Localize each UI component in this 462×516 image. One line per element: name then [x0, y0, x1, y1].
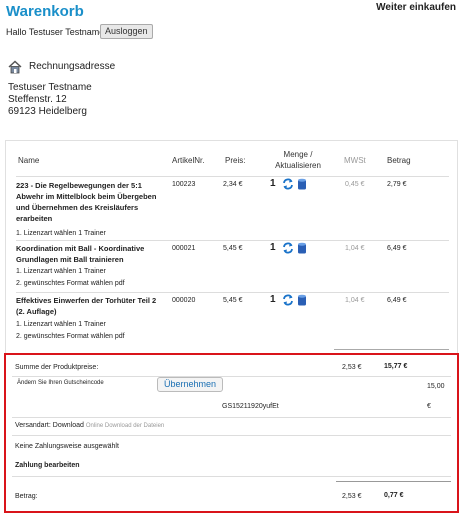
apply-voucher-button[interactable]: Übernehmen [157, 377, 223, 392]
delete-icon[interactable] [296, 294, 308, 306]
edit-payment-link[interactable]: Zahlung bearbeiten [15, 462, 80, 469]
amount: 6,49 € [387, 245, 407, 252]
product-total-label: Summe der Produktpreise: [15, 364, 99, 371]
product-total-vat: 2,53 € [342, 364, 362, 371]
divider [12, 417, 451, 418]
product-option: 1. Lizenzart wählen 1 Trainer [16, 230, 106, 237]
billing-title: Rechnungsadresse [29, 61, 116, 72]
col-price: Preis: [225, 156, 246, 165]
refresh-icon[interactable] [282, 294, 294, 306]
address-city: 69123 Heidelberg [8, 106, 87, 117]
col-vat: MWSt [344, 156, 366, 165]
quantity[interactable]: 1 [270, 294, 276, 305]
payment-note: Keine Zahlungsweise ausgewählt [15, 443, 119, 450]
house-icon [8, 60, 22, 74]
shipping-desc: Online Download der Dateien [85, 423, 165, 429]
billing-address: Testuser Testname Steffenstr. 12 69123 H… [8, 82, 92, 118]
voucher-currency: € [427, 403, 431, 410]
delete-icon[interactable] [296, 242, 308, 254]
product-option: 2. gewünschtes Format wählen pdf [16, 333, 125, 340]
header-divider [16, 176, 449, 177]
divider [12, 435, 451, 436]
address-street: Steffenstr. 12 [8, 94, 67, 105]
divider [12, 376, 451, 377]
cart-table: Name ArtikelNr. Preis: Menge / Aktualisi… [5, 140, 458, 355]
greeting-text: Hallo Testuser Testname [6, 27, 105, 37]
product-option: 1. Lizenzart wählen 1 Trainer [16, 321, 106, 328]
address-name: Testuser Testname [8, 82, 92, 93]
shipping-label: Versandart: [15, 422, 51, 429]
vat: 1,04 € [345, 297, 365, 304]
vat: 0,45 € [345, 181, 365, 188]
product-option: 1. Lizenzart wählen 1 Trainer [16, 268, 106, 275]
quantity[interactable]: 1 [270, 242, 276, 253]
product-name[interactable]: 223 - Die Regelbewegungen der 5:1 Abwehr… [16, 180, 164, 224]
col-quantity: Menge / Aktualisieren [275, 150, 321, 170]
quantity[interactable]: 1 [270, 178, 276, 189]
delete-icon[interactable] [296, 178, 308, 190]
subtotal-divider [334, 349, 449, 350]
row-divider [16, 292, 449, 293]
product-total: 15,77 € [384, 363, 408, 370]
page-title: Warenkorb [6, 3, 84, 20]
col-amount: Betrag [387, 156, 411, 165]
total-label: Betrag: [15, 493, 38, 500]
vat: 1,04 € [345, 245, 365, 252]
price: 5,45 € [223, 245, 243, 252]
price: 2,34 € [223, 181, 243, 188]
article-no: 000020 [172, 297, 196, 304]
refresh-icon[interactable] [282, 242, 294, 254]
voucher-amount: 15,00 [427, 383, 445, 390]
price: 5,45 € [223, 297, 243, 304]
total-vat: 2,53 € [342, 493, 362, 500]
col-article-no: ArtikelNr. [172, 156, 205, 165]
divider [12, 476, 451, 477]
voucher-code: GS15211920yufEt [222, 403, 279, 410]
article-no: 000021 [172, 245, 196, 252]
amount: 6,49 € [387, 297, 407, 304]
amount: 2,79 € [387, 181, 407, 188]
article-no: 100223 [172, 181, 196, 188]
row-divider [16, 240, 449, 241]
voucher-input[interactable]: Ändern Sie Ihren Gutscheincode [17, 380, 104, 386]
total-amount: 0,77 € [384, 492, 404, 499]
continue-shopping-link[interactable]: Weiter einkaufen [376, 2, 456, 13]
col-name: Name [18, 156, 40, 165]
shipping-method: Download [52, 422, 84, 429]
product-option: 2. gewünschtes Format wählen pdf [16, 280, 125, 287]
shipping-info: Versandart: Download Online Download der… [15, 422, 164, 429]
order-summary: Summe der Produktpreise: 2,53 € 15,77 € … [4, 353, 459, 513]
logout-button[interactable]: Ausloggen [100, 24, 153, 39]
refresh-icon[interactable] [282, 178, 294, 190]
total-divider [336, 481, 451, 482]
product-name[interactable]: Koordination mit Ball - Koordinative Gru… [16, 243, 164, 265]
product-name[interactable]: Effektives Einwerfen der Torhüter Teil 2… [16, 295, 164, 317]
